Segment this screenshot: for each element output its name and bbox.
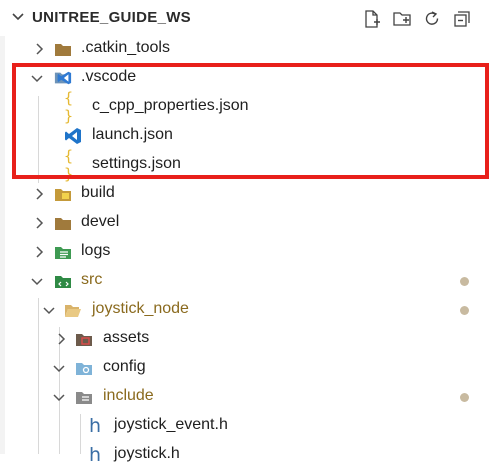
chevron-down-icon[interactable] <box>11 10 25 24</box>
collapse-all-icon[interactable] <box>451 8 473 30</box>
explorer-header[interactable]: UNITREE_GUIDE_WS <box>0 0 499 36</box>
chevron-right-icon <box>36 43 44 55</box>
tree-item-label: joystick_node <box>92 300 189 317</box>
tree-item-c-cpp-properties[interactable]: { } c_cpp_properties.json <box>0 89 499 125</box>
tree-item-joystick-h[interactable]: h joystick.h <box>0 441 499 470</box>
tree-item-joystick-event-h[interactable]: h joystick_event.h <box>0 412 499 441</box>
tree-item-logs[interactable]: logs <box>0 238 499 267</box>
tree-item-label: src <box>81 271 103 288</box>
header-file-icon: h <box>88 444 102 466</box>
chevron-right-icon <box>36 188 44 200</box>
assets-folder-icon <box>75 330 93 348</box>
chevron-right-icon <box>36 217 44 229</box>
chevron-down-icon <box>31 278 43 286</box>
vscode-folder-icon <box>54 69 72 87</box>
tree-item-label: logs <box>81 242 111 259</box>
chevron-right-icon <box>36 246 44 258</box>
new-folder-icon[interactable] <box>391 8 413 30</box>
tree-item-assets[interactable]: assets <box>0 325 499 354</box>
vscode-icon <box>64 127 82 145</box>
tree-item-label: devel <box>81 213 120 230</box>
json-icon: { } <box>64 89 74 125</box>
tree-item-label: .catkin_tools <box>81 39 170 56</box>
logs-folder-icon <box>54 243 72 261</box>
tree-item-label: joystick.h <box>114 445 180 462</box>
tree-item-include[interactable]: include <box>0 383 499 412</box>
src-folder-icon <box>54 272 72 290</box>
tree-item-label: settings.json <box>92 155 181 172</box>
tree-item-label: config <box>103 358 146 375</box>
modified-indicator <box>460 306 469 315</box>
tree-item-label: assets <box>103 329 150 346</box>
chevron-down-icon <box>53 365 65 373</box>
json-icon: { } <box>64 147 74 183</box>
tree-item-catkin-tools[interactable]: .catkin_tools <box>0 35 499 64</box>
tree-item-settings-json[interactable]: { } settings.json <box>0 147 499 183</box>
tree-item-config[interactable]: config <box>0 354 499 383</box>
open-folder-icon <box>64 301 82 319</box>
new-file-icon[interactable] <box>361 8 383 30</box>
include-folder-icon <box>75 388 93 406</box>
chevron-right-icon <box>58 333 66 345</box>
config-folder-icon <box>75 359 93 377</box>
tree-item-label: launch.json <box>92 126 173 143</box>
tree-item-label: include <box>103 387 154 404</box>
tree-item-joystick-node[interactable]: joystick_node <box>0 296 499 325</box>
tree-item-devel[interactable]: devel <box>0 209 499 238</box>
tree-item-label: .vscode <box>81 68 137 85</box>
tree-item-build[interactable]: build <box>0 180 499 209</box>
chevron-down-icon <box>31 75 43 83</box>
modified-indicator <box>460 277 469 286</box>
workspace-title: UNITREE_GUIDE_WS <box>32 9 191 26</box>
refresh-icon[interactable] <box>421 8 443 30</box>
build-folder-icon <box>54 185 72 203</box>
modified-indicator <box>460 393 469 402</box>
chevron-down-icon <box>43 307 55 315</box>
header-file-icon: h <box>88 415 102 437</box>
chevron-down-icon <box>53 394 65 402</box>
folder-icon <box>54 40 72 58</box>
tree-item-label: c_cpp_properties.json <box>92 97 249 114</box>
folder-icon <box>54 214 72 232</box>
tree-item-label: joystick_event.h <box>114 416 228 433</box>
tree-item-src[interactable]: src <box>0 267 499 296</box>
tree-item-label: build <box>81 184 115 201</box>
